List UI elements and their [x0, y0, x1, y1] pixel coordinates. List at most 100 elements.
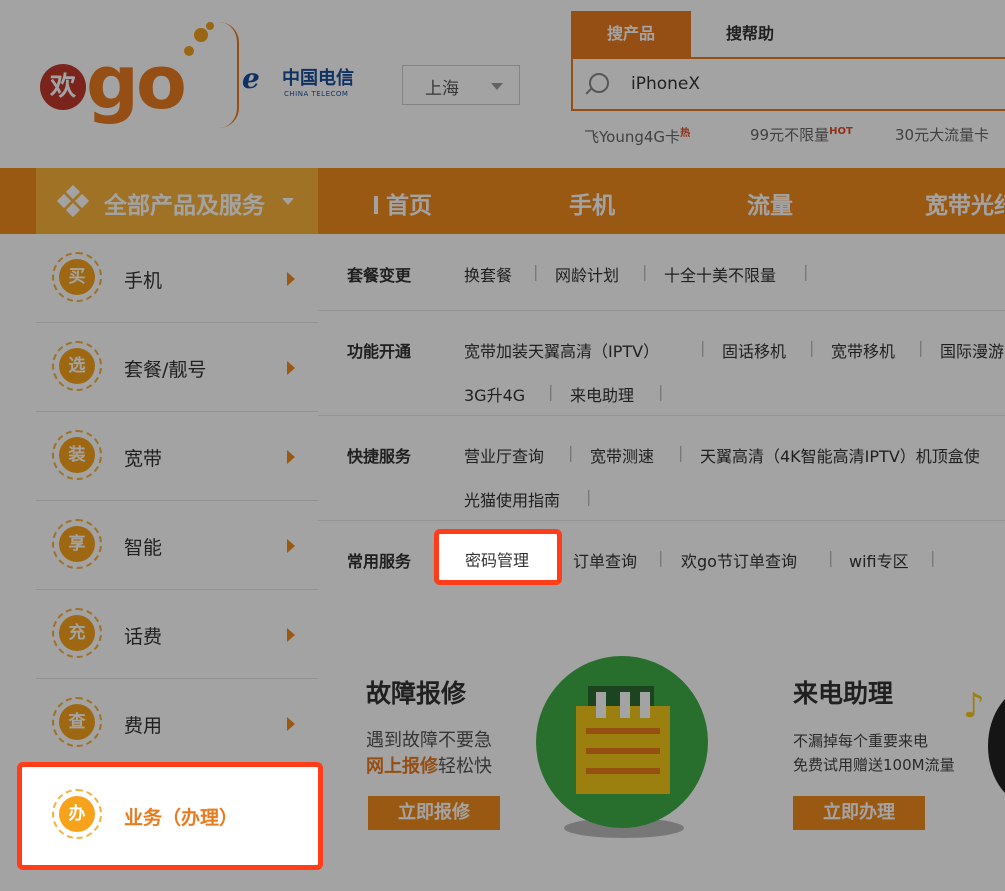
badge-icon: 选	[52, 341, 102, 391]
service-link[interactable]: 宽带加装天翼高清（IPTV）	[464, 338, 659, 362]
link-separator: |	[918, 338, 924, 357]
sidebar-item-label: 手机	[124, 270, 163, 292]
apply-now-button[interactable]: 立即办理	[793, 796, 925, 830]
sidebar-item-label: 费用	[124, 715, 163, 737]
logo-badge: 欢	[40, 64, 86, 110]
sidebar-item-label: 宽带	[124, 448, 163, 470]
service-row-quick: 快捷服务 营业厅查询 | 宽带测速 | 天翼高清（4K智能高清IPTV）机顶盒使…	[318, 415, 1005, 521]
sidebar-item-phones[interactable]: 买 手机	[36, 234, 318, 323]
hot-search-link[interactable]: 30元大流量卡	[895, 124, 989, 145]
service-link[interactable]: 来电助理	[570, 382, 634, 406]
link-separator: |	[548, 382, 554, 401]
row-title: 套餐变更	[347, 266, 412, 285]
service-link[interactable]: 3G升4G	[464, 382, 525, 406]
sidebar-item-label: 套餐/靓号	[124, 359, 207, 381]
nav-item-broadband[interactable]: 宽带光纤	[925, 186, 1005, 220]
badge-icon: 享	[52, 519, 102, 569]
link-separator: |	[658, 382, 664, 401]
link-separator: |	[586, 487, 592, 506]
toolbox-icon	[576, 686, 670, 794]
service-link[interactable]: 换套餐	[464, 262, 512, 286]
row-title: 功能开通	[347, 342, 412, 361]
hot-tag: 热	[680, 128, 691, 139]
hot-search-link[interactable]: 99元不限量HOT	[750, 124, 853, 145]
service-link[interactable]: 订单查询	[573, 548, 637, 572]
chevron-right-icon	[287, 450, 295, 464]
link-separator: |	[803, 262, 809, 281]
china-telecom-logo: ℯ 中国电信 CHINA TELECOM	[242, 62, 372, 106]
promo-title: 故障报修	[366, 679, 467, 708]
link-separator: |	[678, 443, 684, 462]
sidebar-item-label: 业务（办理）	[124, 807, 239, 829]
nav-marker	[374, 196, 378, 214]
sidebar-item-plans[interactable]: 选 套餐/靓号	[36, 323, 318, 412]
sidebar-item-business[interactable]: 办 业务（办理）	[17, 762, 323, 870]
service-link[interactable]: 天翼高清（4K智能高清IPTV）机顶盒使	[700, 443, 980, 467]
chevron-right-icon	[287, 628, 295, 642]
logo-dot	[194, 28, 208, 42]
link-separator: |	[568, 443, 574, 462]
sidebar-item-label: 智能	[124, 537, 163, 559]
service-link[interactable]: 光猫使用指南	[464, 487, 560, 511]
all-products-menu[interactable]: 全部产品及服务	[36, 168, 318, 234]
promo-text: 网上报修轻松快	[366, 756, 492, 777]
row-title: 快捷服务	[347, 447, 412, 466]
main-nav: 全部产品及服务 首页 手机 流量 宽带光纤	[0, 168, 1005, 234]
password-management-label: 密码管理	[465, 551, 530, 570]
service-link[interactable]: 十全十美不限量	[664, 262, 776, 286]
service-link[interactable]: 固话移机	[722, 338, 786, 362]
badge-icon: 充	[52, 608, 102, 658]
page: 欢 go ℯ 中国电信 CHINA TELECOM 上海 搜产品 搜帮助 飞Yo…	[0, 0, 1005, 891]
link-separator: |	[828, 548, 834, 567]
huango-logo[interactable]: 欢 go	[34, 22, 244, 132]
service-link[interactable]: 宽带移机	[831, 338, 895, 362]
service-row-common: 常用服务 订单查询 | 欢go节订单查询 | wifi专区 |	[318, 520, 1005, 610]
password-management-link[interactable]: 密码管理	[434, 529, 562, 585]
link-separator: |	[809, 338, 815, 357]
carrier-english-name: CHINA TELECOM	[284, 90, 349, 98]
all-products-label: 全部产品及服务	[104, 193, 265, 219]
carrier-name: 中国电信	[282, 68, 354, 89]
chevron-right-icon	[287, 272, 295, 286]
nav-item-data[interactable]: 流量	[747, 186, 793, 220]
service-link[interactable]: 欢go节订单查询	[681, 548, 797, 572]
service-link[interactable]: 宽带测速	[590, 443, 654, 467]
nav-item-phones[interactable]: 手机	[569, 186, 615, 220]
link-separator: |	[658, 548, 664, 567]
nav-item-home[interactable]: 首页	[374, 186, 432, 220]
china-telecom-mark-icon: ℯ	[242, 62, 260, 95]
chevron-down-icon	[491, 83, 503, 90]
badge-icon: 买	[52, 252, 102, 302]
chevron-right-icon	[287, 717, 295, 731]
link-separator: |	[700, 338, 706, 357]
row-title: 常用服务	[347, 552, 412, 571]
service-link[interactable]: 营业厅查询	[464, 443, 544, 467]
service-link[interactable]: 网龄计划	[555, 262, 619, 286]
link-separator: |	[533, 262, 539, 281]
repair-now-button[interactable]: 立即报修	[368, 796, 500, 830]
city-selector[interactable]: 上海	[402, 65, 520, 105]
search-input[interactable]	[629, 69, 993, 99]
service-row-plan-change: 套餐变更 换套餐 | 网龄计划 | 十全十美不限量 |	[318, 234, 1005, 311]
sidebar-item-smart[interactable]: 享 智能	[36, 501, 318, 590]
sidebar-item-fees[interactable]: 查 费用	[36, 679, 318, 768]
service-link[interactable]: 国际漫游	[940, 338, 1004, 362]
tab-search-products[interactable]: 搜产品	[571, 11, 691, 57]
search-icon	[589, 73, 609, 93]
logo-dot	[206, 22, 214, 30]
promo-text: 免费试用赠送100M流量	[793, 756, 955, 774]
search-box[interactable]	[571, 57, 1005, 111]
hot-tag: HOT	[829, 126, 853, 137]
promo-title: 来电助理	[793, 679, 894, 708]
hot-search-link[interactable]: 飞Young4G卡热	[584, 124, 690, 147]
promo-text: 遇到故障不要急	[366, 730, 492, 751]
badge-icon: 装	[52, 430, 102, 480]
badge-icon: 办	[52, 789, 102, 839]
sidebar-item-broadband[interactable]: 装 宽带	[36, 412, 318, 501]
service-link[interactable]: wifi专区	[849, 548, 909, 572]
tab-search-help[interactable]: 搜帮助	[700, 11, 800, 57]
sidebar-item-topup[interactable]: 充 话费	[36, 590, 318, 679]
diamond-grid-icon	[56, 184, 90, 218]
badge-icon: 查	[52, 697, 102, 747]
logo-text: go	[86, 40, 187, 126]
